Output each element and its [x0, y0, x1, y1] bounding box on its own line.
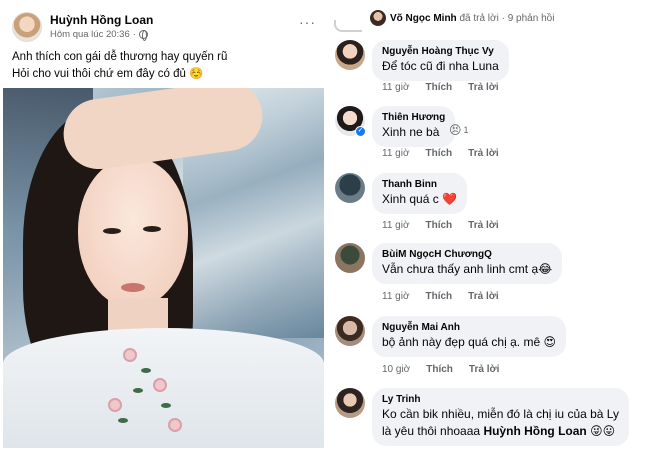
photo-flower	[153, 378, 167, 392]
reply-link[interactable]: Trả lời	[468, 291, 498, 302]
commenter-avatar[interactable]	[335, 388, 365, 418]
comment-text: bộ ảnh này đẹp quá chị ạ. mê 😍	[382, 335, 556, 349]
like-link[interactable]: Thích	[426, 148, 453, 159]
photo-flower	[168, 418, 182, 432]
globe-icon[interactable]	[138, 30, 148, 41]
reply-link[interactable]: Trả lời	[468, 82, 498, 93]
replied-label: đã trả lời	[459, 12, 499, 24]
comment-actions: 11 giờ Thích Trả lời	[382, 220, 499, 231]
post-timestamp[interactable]: Hôm qua lúc 20:36	[50, 29, 130, 40]
comment-bubble: Ly Trinh Ko cần bik nhiều, miễn đó là ch…	[372, 388, 630, 446]
comment-bubble: Thiên Hương Xinh ne bà	[372, 106, 456, 147]
commenter-avatar[interactable]	[335, 243, 365, 273]
thread-connector	[334, 20, 362, 32]
comment-bubble: Nguyễn Hoàng Thục Vy Để tóc cũ đi nha Lu…	[372, 40, 509, 81]
commenter-avatar[interactable]	[335, 173, 365, 203]
post-caption: Anh thích con gái dễ thương hay quyến rũ…	[12, 49, 322, 83]
comment-text-line: Ko cần bik nhiều, miễn đó là chị iu của …	[382, 407, 620, 421]
reply-link[interactable]: Trả lời	[469, 364, 499, 375]
photo-leaf	[161, 403, 171, 408]
author-avatar[interactable]	[12, 12, 42, 42]
comment-time[interactable]: 11 giờ	[382, 220, 410, 231]
comment-reaction[interactable]: 😣 1	[449, 124, 469, 136]
post-photo[interactable]	[3, 88, 324, 448]
commenter-name[interactable]: Thanh Binn	[382, 178, 457, 191]
photo-flower	[123, 348, 137, 362]
comment-time[interactable]: 11 giờ	[382, 82, 410, 93]
comments-panel: Võ Ngọc Minh đã trả lời · 9 phản hồi Ngu…	[330, 0, 650, 450]
post-caption-line: Hỏi cho vui thôi chứ em đây có đủ ☺️	[12, 68, 204, 80]
photo-eye	[143, 226, 161, 232]
post-header: Huỳnh Hồng Loan Hôm qua lúc 20:36 · ···	[0, 0, 330, 42]
photo-eye	[103, 228, 121, 234]
comment-text: Xinh ne bà	[382, 125, 440, 139]
comment-actions: 11 giờ Thích Trả lời	[382, 148, 499, 159]
like-link[interactable]: Thích	[426, 291, 453, 302]
replier-name: Võ Ngọc Minh	[390, 12, 457, 24]
commenter-avatar[interactable]	[335, 316, 365, 346]
commenter-name[interactable]: BùiM NgọcH ChươngQ	[382, 248, 552, 261]
facebook-post: Huỳnh Hồng Loan Hôm qua lúc 20:36 · ··· …	[0, 0, 330, 450]
photo-flower	[108, 398, 122, 412]
post-caption-line: Anh thích con gái dễ thương hay quyến rũ	[12, 51, 228, 63]
comment-bubble: Nguyễn Mai Anh bộ ảnh này đẹp quá chị ạ.…	[372, 316, 566, 357]
like-link[interactable]: Thích	[426, 364, 453, 375]
photo-leaf	[133, 388, 143, 393]
comment-text: Vẫn chưa thấy anh linh cmt ạ😂	[382, 262, 553, 276]
comment-actions: 10 giờ Thích Trả lời	[382, 364, 499, 375]
comment-time[interactable]: 11 giờ	[382, 291, 410, 302]
commenter-name[interactable]: Nguyễn Mai Anh	[382, 321, 556, 334]
comment-actions: 11 giờ Thích Trả lời	[382, 82, 499, 93]
reaction-count: 1	[463, 125, 469, 135]
comment-text-suffix: 😜😛	[590, 424, 616, 438]
like-link[interactable]: Thích	[426, 82, 453, 93]
comment-text-prefix: là yêu thôi nhoaaa	[382, 424, 481, 438]
replier-avatar	[370, 10, 386, 26]
reaction-emoji: 😣	[449, 123, 462, 137]
comment-time[interactable]: 10 giờ	[382, 364, 410, 375]
comment-actions: 11 giờ Thích Trả lời	[382, 291, 499, 302]
commenter-name[interactable]: Nguyễn Hoàng Thục Vy	[382, 45, 499, 58]
comment-text-line: là yêu thôi nhoaaa Huỳnh Hồng Loan 😜😛	[382, 423, 619, 440]
comment-bubble: Thanh Binn Xinh quá c ❤️	[372, 173, 467, 214]
commenter-avatar[interactable]	[335, 40, 365, 70]
photo-leaf	[118, 418, 128, 423]
more-icon[interactable]: ···	[299, 14, 316, 30]
thread-replies-summary[interactable]: Võ Ngọc Minh đã trả lời · 9 phản hồi	[370, 9, 554, 27]
post-author-name[interactable]: Huỳnh Hồng Loan	[50, 13, 153, 27]
comment-text: Để tóc cũ đi nha Luna	[382, 59, 499, 73]
mention-link[interactable]: Huỳnh Hồng Loan	[483, 424, 586, 438]
like-link[interactable]: Thích	[426, 220, 453, 231]
verified-icon: ✓	[355, 126, 366, 137]
commenter-name[interactable]: Ly Trinh	[382, 393, 619, 406]
comment-text: Xinh quá c ❤️	[382, 192, 457, 206]
comment-time[interactable]: 11 giờ	[382, 148, 410, 159]
reply-link[interactable]: Trả lời	[468, 220, 498, 231]
photo-leaf	[141, 368, 151, 373]
reply-count: 9 phản hồi	[507, 12, 555, 24]
photo-lips	[121, 283, 145, 292]
comment-bubble: BùiM NgọcH ChươngQ Vẫn chưa thấy anh lin…	[372, 243, 563, 284]
reply-link[interactable]: Trả lời	[468, 148, 498, 159]
post-meta: Hôm qua lúc 20:36 ·	[50, 29, 148, 41]
commenter-name[interactable]: Thiên Hương	[382, 111, 445, 124]
